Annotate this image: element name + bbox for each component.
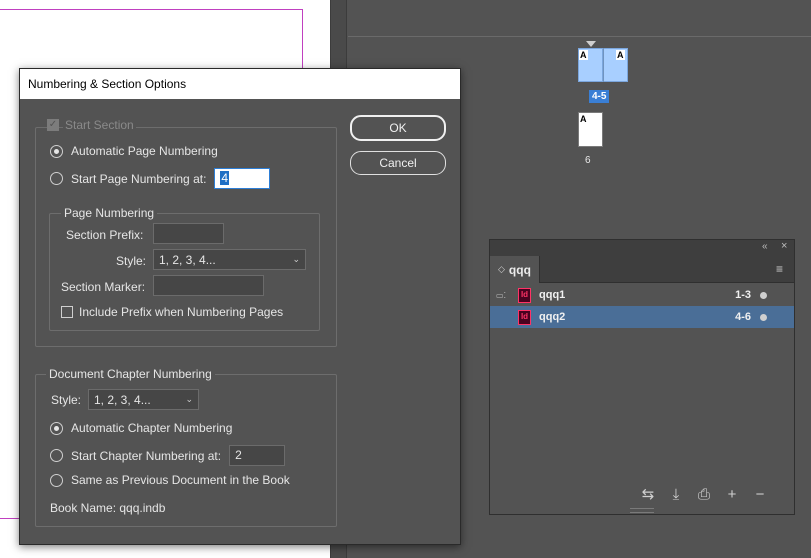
section-marker-label: Section Marker: (61, 280, 146, 294)
page-style-dropdown[interactable]: 1, 2, 3, 4... ⌄ (153, 249, 306, 270)
master-indicator: A (616, 50, 625, 60)
margin-guide-bottom (0, 518, 20, 519)
book-panel-footer: ⇆ ⤓ ⎙ + − (490, 480, 794, 508)
add-document-icon[interactable]: + (724, 486, 740, 503)
ok-button[interactable]: OK (350, 115, 446, 141)
chapter-numbering-group-title: Document Chapter Numbering (46, 367, 215, 381)
page-numbering-group-title: Page Numbering (61, 206, 158, 220)
book-panel: « × ◇ qqq ≡ ▭⁚ Id qqq1 1-3 Id qqq2 4-6 ⇆… (489, 239, 795, 515)
synchronize-icon[interactable]: ⇆ (640, 485, 656, 503)
start-page-number-input[interactable]: 4 (214, 168, 271, 189)
margin-guide-top (0, 9, 302, 10)
chapter-style-value: 1, 2, 3, 4... (94, 392, 151, 407)
style-source-icon[interactable]: ▭⁚ (496, 291, 512, 300)
book-document-pages: 4-6 (735, 311, 751, 323)
auto-page-numbering-label: Automatic Page Numbering (71, 144, 218, 158)
start-page-number-value: 4 (220, 171, 230, 185)
book-tab-bar: ◇ qqq ≡ (490, 256, 794, 283)
hamburger-menu-icon[interactable]: ≡ (776, 262, 783, 276)
auto-page-numbering-option[interactable]: Automatic Page Numbering (50, 144, 218, 158)
section-prefix-label: Section Prefix: (66, 228, 144, 242)
cancel-button[interactable]: Cancel (350, 151, 446, 175)
indesign-document-icon: Id (518, 309, 531, 325)
auto-page-numbering-radio[interactable] (50, 144, 63, 158)
chevron-down-icon: ⌄ (185, 394, 193, 404)
include-prefix-option[interactable]: Include Prefix when Numbering Pages (61, 305, 283, 319)
remove-document-icon[interactable]: − (752, 486, 768, 503)
page-style-value: 1, 2, 3, 4... (159, 252, 216, 267)
book-document-row[interactable]: ▭⁚ Id qqq1 1-3 (490, 284, 794, 306)
page-style-label: Style: (116, 254, 147, 268)
book-document-row[interactable]: Id qqq2 4-6 (490, 306, 794, 328)
start-chapter-numbering-option[interactable]: Start Chapter Numbering at: 2 (50, 445, 286, 466)
pages-panel-separator (348, 36, 811, 37)
start-page-numbering-radio[interactable] (50, 172, 63, 185)
tab-toggle-icon[interactable]: ◇ (498, 264, 505, 275)
spread-page-label: 6 (585, 155, 591, 166)
auto-chapter-numbering-option[interactable]: Automatic Chapter Numbering (50, 421, 232, 435)
indesign-document-icon: Id (518, 287, 531, 303)
include-prefix-checkbox[interactable] (61, 306, 73, 318)
resize-grip[interactable] (630, 508, 654, 513)
start-chapter-numbering-label: Start Chapter Numbering at: (71, 448, 222, 463)
dialog-titlebar[interactable]: Numbering & Section Options (20, 69, 460, 99)
print-icon[interactable]: ⎙ (696, 486, 712, 503)
chevron-down-icon: ⌄ (292, 254, 300, 264)
same-as-previous-label: Same as Previous Document in the Book (71, 473, 290, 487)
margin-guide-right (302, 9, 303, 69)
book-tab-title: qqq (508, 262, 531, 277)
auto-chapter-numbering-label: Automatic Chapter Numbering (71, 421, 233, 435)
start-section-label: Start Section (63, 118, 136, 132)
chapter-style-dropdown[interactable]: 1, 2, 3, 4... ⌄ (88, 389, 199, 410)
close-icon[interactable]: × (781, 240, 787, 252)
start-chapter-numbering-radio[interactable] (50, 449, 63, 462)
dialog-title: Numbering & Section Options (28, 77, 187, 91)
section-marker-input[interactable] (153, 275, 264, 296)
book-name-label: Book Name: qqq.indb (50, 501, 166, 515)
chapter-style-label: Style: (51, 393, 82, 407)
book-document-name: qqq1 (539, 289, 566, 301)
spread-page-label: 4-5 (589, 90, 610, 103)
start-chapter-number-input[interactable]: 2 (229, 445, 286, 466)
start-page-numbering-option[interactable]: Start Page Numbering at: 4 (50, 168, 271, 189)
document-status-icon (760, 313, 767, 321)
document-status-icon (760, 291, 767, 299)
same-as-previous-option[interactable]: Same as Previous Document in the Book (50, 473, 290, 487)
spread-fold (603, 48, 604, 82)
include-prefix-label: Include Prefix when Numbering Pages (79, 305, 284, 319)
section-prefix-input[interactable] (153, 223, 224, 244)
collapse-panel-icon[interactable]: « (762, 241, 768, 252)
master-indicator: A (579, 50, 588, 60)
auto-chapter-numbering-radio[interactable] (50, 421, 63, 435)
spread-start-marker-icon (586, 41, 596, 47)
tab-book-qqq[interactable]: ◇ qqq (490, 256, 540, 283)
numbering-section-dialog: Numbering & Section Options ✓ Start Sect… (19, 68, 461, 545)
book-document-name: qqq2 (539, 311, 566, 323)
book-document-pages: 1-3 (735, 289, 751, 301)
start-page-numbering-label: Start Page Numbering at: (71, 171, 207, 186)
save-book-icon[interactable]: ⤓ (668, 486, 684, 503)
start-section-checkbox-row[interactable]: ✓ Start Section (47, 118, 136, 132)
master-indicator: A (579, 114, 588, 124)
same-as-previous-radio[interactable] (50, 473, 63, 487)
start-section-checkbox[interactable]: ✓ (47, 119, 59, 131)
book-panel-topbar[interactable]: « × (490, 240, 794, 256)
